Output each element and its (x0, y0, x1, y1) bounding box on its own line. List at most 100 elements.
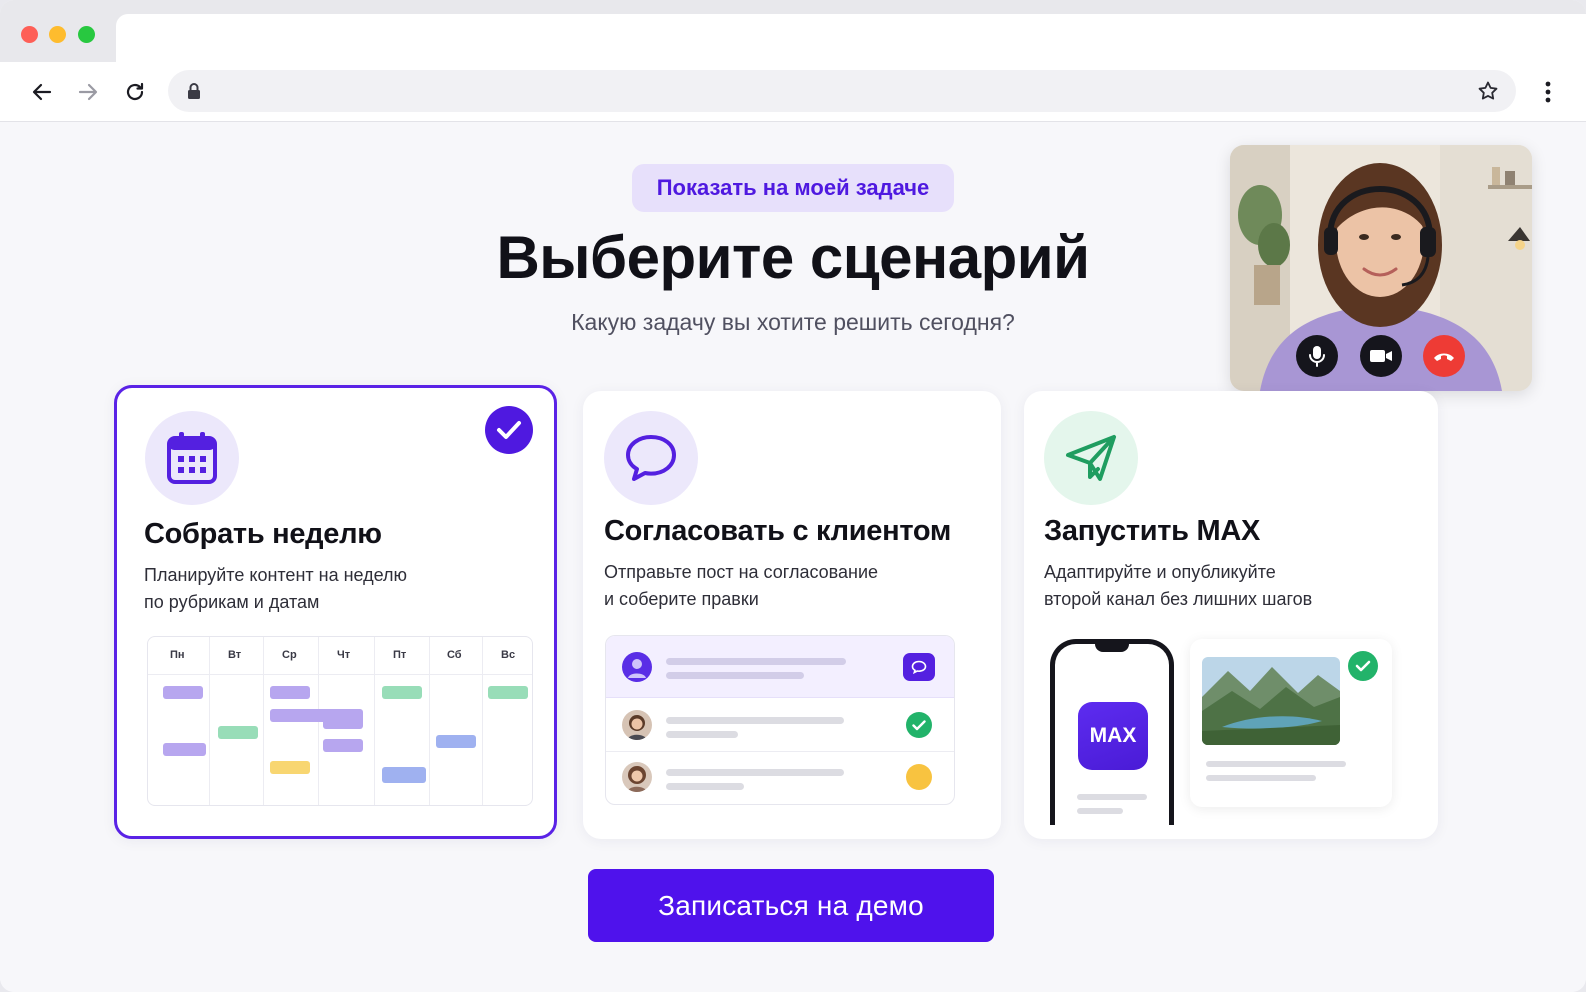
comment-status (903, 653, 935, 681)
text-placeholder-bar (666, 672, 804, 679)
camera-icon (1370, 350, 1392, 362)
check-icon (497, 421, 521, 439)
calendar-event (270, 761, 310, 774)
check-icon (912, 719, 926, 730)
card-description-line: Отправьте пост на согласование (604, 562, 879, 582)
book-demo-label: Записаться на демо (658, 889, 924, 921)
person-photo (627, 766, 647, 792)
phone-mockup: MAX (1050, 639, 1174, 825)
calendar-icon-badge (145, 411, 239, 505)
scenario-card-client-approval[interactable]: Согласовать с клиентом Отправьте пост на… (583, 391, 1001, 839)
calendar-divider (429, 637, 430, 805)
calendar-day-label: Пн (170, 649, 185, 661)
approved-status (906, 712, 932, 738)
card-description-line: Адаптируйте и опубликуйте (1044, 562, 1276, 582)
back-button[interactable] (26, 76, 58, 108)
maximize-window-button[interactable] (78, 26, 95, 43)
calendar-divider (209, 637, 210, 805)
text-placeholder-bar (1077, 794, 1147, 800)
calendar-divider (482, 637, 483, 805)
chat-icon-badge (604, 411, 698, 505)
calendar-header: Пн Вт Ср Чт Пт Сб Вс (148, 637, 532, 675)
card-description: Отправьте пост на согласование и соберит… (604, 559, 878, 613)
minimize-window-button[interactable] (49, 26, 66, 43)
user-icon (628, 659, 646, 678)
approval-list-preview (605, 635, 955, 805)
calendar-day-label: Сб (447, 649, 462, 661)
text-placeholder-bar (1206, 775, 1316, 781)
reload-button[interactable] (119, 76, 151, 108)
calendar-event (163, 743, 206, 756)
text-placeholder-bar (1206, 761, 1346, 767)
phone-notch (1095, 643, 1129, 652)
calendar-event (382, 767, 426, 783)
card-description: Планируйте контент на неделю по рубрикам… (144, 562, 407, 616)
calendar-event (323, 739, 363, 752)
mountain-lake-image (1202, 657, 1340, 745)
week-calendar-preview: Пн Вт Ср Чт Пт Сб Вс (147, 636, 533, 806)
calendar-day-label: Вт (228, 649, 242, 661)
approval-row (606, 636, 954, 698)
scenario-card-plan-week[interactable]: Собрать неделю Планируйте контент на нед… (114, 385, 557, 839)
user-avatar (622, 762, 652, 792)
selected-check-badge (485, 406, 533, 454)
close-window-button[interactable] (21, 26, 38, 43)
calendar-event (382, 686, 422, 699)
card-description-line: Планируйте контент на неделю (144, 565, 408, 585)
end-call-button[interactable] (1423, 335, 1465, 377)
camera-button[interactable] (1360, 335, 1402, 377)
pending-status (906, 764, 932, 790)
calendar-event (218, 726, 258, 739)
star-icon[interactable] (1476, 79, 1500, 103)
microphone-icon (1309, 346, 1325, 367)
text-placeholder-bar (666, 658, 846, 665)
calendar-divider (263, 637, 264, 805)
browser-tab[interactable] (116, 14, 1586, 62)
user-avatar (622, 652, 652, 682)
calendar-event (488, 686, 528, 699)
book-demo-button[interactable]: Записаться на демо (588, 869, 994, 942)
show-on-my-task-label: Показать на моей задаче (656, 175, 930, 200)
card-description-line: второй канал без лишних шагов (1044, 589, 1313, 609)
text-placeholder-bar (666, 731, 738, 738)
check-icon (1355, 660, 1371, 672)
forward-button[interactable] (72, 76, 104, 108)
card-description: Адаптируйте и опубликуйте второй канал б… (1044, 559, 1312, 613)
published-status (1348, 651, 1378, 681)
calendar-event (323, 716, 363, 729)
lock-icon (188, 83, 200, 99)
arrow-left-icon (32, 83, 52, 101)
calendar-event (270, 686, 310, 699)
browser-toolbar (0, 62, 1586, 122)
tab-bar (0, 0, 1586, 62)
arrow-right-icon (78, 83, 98, 101)
more-vertical-icon (1545, 81, 1551, 103)
calendar-event (163, 686, 203, 699)
card-title: Собрать неделю (144, 518, 382, 550)
browser-menu-button[interactable] (1534, 78, 1562, 106)
card-title: Запустить MAX (1044, 515, 1261, 547)
scenario-card-launch-max[interactable]: Запустить MAX Адаптируйте и опубликуйте … (1024, 391, 1438, 839)
approval-row (606, 752, 954, 804)
text-placeholder-bar (666, 783, 744, 790)
microphone-button[interactable] (1296, 335, 1338, 377)
card-description-line: по рубрикам и датам (144, 592, 320, 612)
text-placeholder-bar (666, 717, 844, 724)
send-icon (1066, 435, 1116, 481)
browser-window: Показать на моей задаче Выберите сценари… (0, 0, 1586, 992)
video-call-tile (1230, 145, 1532, 391)
chat-bubble-icon (911, 660, 927, 674)
page-content: Показать на моей задаче Выберите сценари… (0, 123, 1586, 992)
calendar-day-label: Ср (282, 649, 297, 661)
post-preview (1190, 639, 1392, 807)
show-on-my-task-button[interactable]: Показать на моей задаче (632, 164, 954, 212)
reload-icon (126, 82, 144, 101)
send-icon-badge (1044, 411, 1138, 505)
address-bar[interactable] (168, 70, 1516, 112)
chat-bubble-icon (626, 435, 676, 481)
calendar-divider (374, 637, 375, 805)
user-avatar (622, 710, 652, 740)
calendar-event (436, 735, 476, 748)
landscape-image (1202, 657, 1340, 745)
card-description-line: и соберите правки (604, 589, 759, 609)
